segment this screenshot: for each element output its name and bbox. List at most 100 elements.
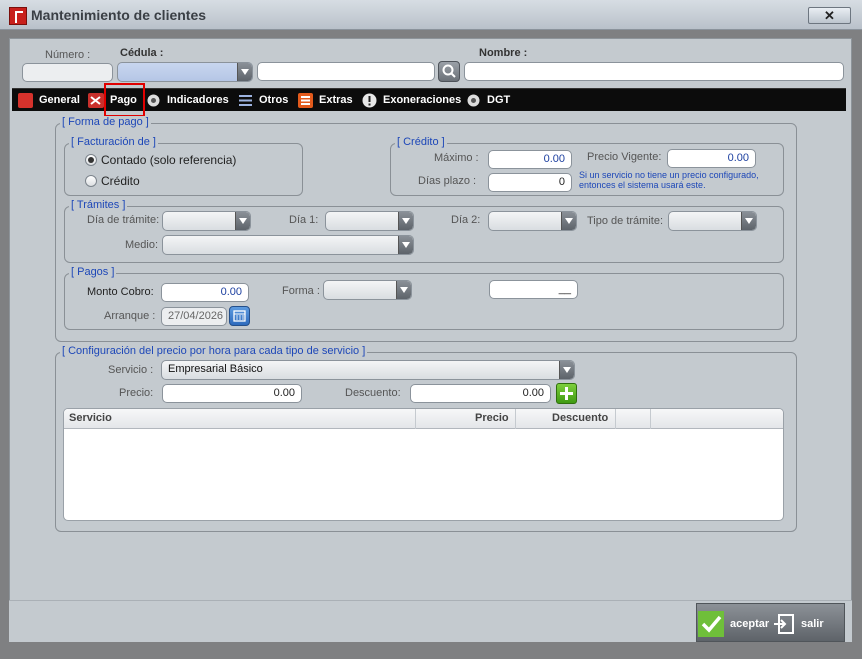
tab-label: Extras	[319, 94, 353, 106]
cedula-label: Cédula :	[120, 47, 164, 59]
pagos-legend: [ Pagos ]	[69, 266, 117, 278]
calendar-icon	[233, 310, 246, 322]
precio-vigente-label: Precio Vigente:	[587, 151, 662, 163]
arranque-label: Arranque :	[104, 310, 156, 322]
dia1-label: Día 1:	[289, 214, 319, 226]
app-icon	[9, 7, 27, 25]
facturacion-group	[64, 143, 303, 196]
contado-label: Contado (solo referencia)	[101, 153, 237, 167]
maximo-label: Máximo :	[434, 152, 479, 164]
window-title: Mantenimiento de clientes	[31, 7, 207, 23]
tab-general[interactable]: General	[18, 89, 80, 111]
dia2-select[interactable]	[488, 211, 577, 231]
forma-label: Forma :	[282, 285, 320, 297]
tab-exoneraciones[interactable]: Exoneraciones	[362, 89, 461, 111]
chevron-down-icon	[235, 212, 250, 230]
tab-label: Exoneraciones	[383, 94, 462, 106]
chevron-down-icon	[741, 212, 756, 230]
button-bar: aceptar salir	[696, 603, 845, 642]
monto-label: Monto Cobro:	[87, 286, 154, 298]
monto-input[interactable]: 0.00	[161, 283, 249, 302]
tab-label: Indicadores	[167, 94, 229, 106]
column-divider	[650, 409, 651, 429]
dias-plazo-input[interactable]: 0	[488, 173, 572, 192]
gear-icon	[467, 94, 480, 106]
column-divider	[515, 409, 516, 429]
salir-button[interactable]: salir	[773, 604, 824, 643]
medio-label: Medio:	[125, 239, 159, 251]
salir-label: salir	[801, 617, 824, 630]
contado-radio[interactable]	[85, 154, 97, 166]
close-button[interactable]: ✕	[808, 7, 851, 24]
cedula-input[interactable]	[257, 62, 435, 81]
descuento-label: Descuento:	[345, 387, 401, 399]
dias-plazo-label: Días plazo :	[418, 175, 477, 187]
info-icon	[362, 93, 377, 107]
nombre-input[interactable]	[464, 62, 844, 81]
descuento-input[interactable]: 0.00	[410, 384, 551, 403]
chevron-down-icon	[561, 212, 576, 230]
title-bar: Mantenimiento de clientes ✕	[0, 0, 862, 30]
list-icon	[239, 94, 252, 106]
credito-note-1: Si un servicio no tiene un precio config…	[579, 170, 759, 180]
highlight-box	[104, 83, 145, 117]
chevron-down-icon	[237, 63, 252, 81]
shuffle-icon	[88, 92, 104, 108]
exit-icon	[774, 613, 794, 634]
forma-extra-input[interactable]: __	[489, 280, 578, 299]
precio-vigente-input[interactable]: 0.00	[667, 149, 756, 168]
check-icon	[698, 610, 724, 637]
credito-note-2: entonces el sistema usará este.	[579, 180, 706, 190]
search-icon	[442, 64, 456, 78]
tramites-legend: [ Trámites ]	[69, 199, 128, 211]
maximo-input[interactable]: 0.00	[488, 150, 572, 169]
forma-select[interactable]	[323, 280, 412, 300]
column-divider	[615, 409, 616, 429]
tab-label: DGT	[487, 94, 511, 106]
column-descuento[interactable]: Descuento	[552, 412, 608, 424]
add-servicio-button[interactable]	[556, 383, 577, 404]
config-legend: [ Configuración del precio por hora para…	[60, 345, 368, 357]
column-precio[interactable]: Precio	[475, 412, 509, 424]
cedula-select[interactable]	[117, 62, 253, 82]
store-icon	[18, 92, 33, 108]
tab-otros[interactable]: Otros	[238, 89, 288, 111]
chevron-down-icon	[559, 361, 574, 379]
arranque-input[interactable]: 27/04/2026	[161, 307, 227, 326]
medio-select[interactable]	[162, 235, 414, 255]
tipo-tramite-label: Tipo de trámite:	[587, 215, 664, 227]
tipo-tramite-select[interactable]	[668, 211, 757, 231]
servicio-select[interactable]: Empresarial Básico	[161, 360, 575, 380]
precio-label: Precio:	[119, 387, 154, 399]
table-header: Servicio Precio Descuento	[64, 409, 783, 429]
aceptar-label: aceptar	[730, 617, 770, 630]
dia-tramite-select[interactable]	[162, 211, 251, 231]
servicio-label: Servicio :	[108, 364, 154, 376]
window: Mantenimiento de clientes ✕ Número : Céd…	[0, 0, 862, 659]
nombre-label: Nombre :	[479, 47, 528, 59]
precio-input[interactable]: 0.00	[162, 384, 302, 403]
aceptar-button[interactable]: aceptar	[698, 604, 769, 643]
tab-label: General	[39, 94, 80, 106]
tab-dgt[interactable]: DGT	[466, 89, 510, 111]
dia-tramite-label: Día de trámite:	[87, 214, 160, 226]
numero-input[interactable]	[22, 63, 113, 82]
column-servicio[interactable]: Servicio	[69, 412, 112, 424]
servicio-value: Empresarial Básico	[168, 363, 263, 375]
tab-extras[interactable]: Extras	[298, 89, 353, 111]
credito-radio[interactable]	[85, 175, 97, 187]
facturacion-legend: [ Facturación de ]	[69, 136, 158, 148]
servicios-table: Servicio Precio Descuento	[63, 408, 784, 521]
credito-legend: [ Crédito ]	[395, 136, 447, 148]
tab-label: Otros	[259, 94, 289, 106]
numero-label: Número :	[45, 49, 91, 61]
forma-pago-legend: [ Forma de pago ]	[60, 116, 151, 128]
calendar-button[interactable]	[229, 306, 250, 326]
tab-indicadores[interactable]: Indicadores	[146, 89, 229, 111]
chevron-down-icon	[398, 236, 413, 254]
search-button[interactable]	[438, 61, 460, 82]
tab-bar: General Pago Indicadores Otros Extras Ex…	[12, 83, 846, 117]
dia1-select[interactable]	[325, 211, 414, 231]
dia2-label: Día 2:	[451, 214, 481, 226]
column-divider	[415, 409, 416, 429]
